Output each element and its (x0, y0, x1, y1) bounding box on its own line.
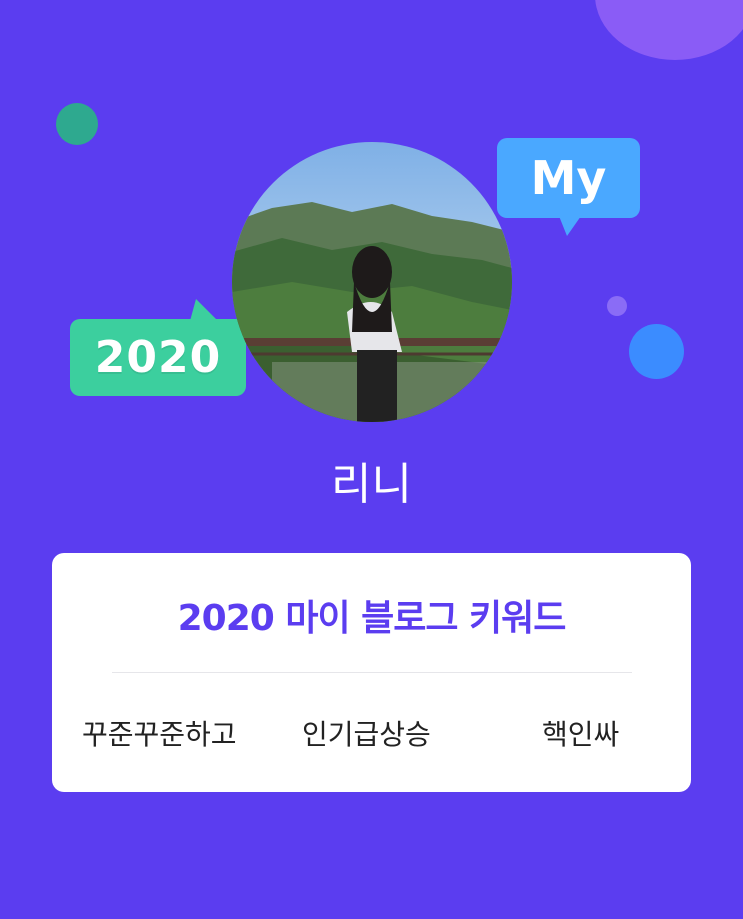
decor-circle-blue (629, 324, 684, 379)
profile-nickname: 리니 (331, 459, 412, 510)
keyword-item: 인기급상승 (302, 718, 431, 751)
keyword-list: 꾸준꾸준하고 인기급상승 핵인싸 (52, 713, 691, 753)
keyword-item: 핵인싸 (542, 718, 620, 751)
year-speech-bubble: 2020 (70, 299, 246, 396)
keyword-item: 꾸준꾸준하고 (82, 718, 237, 751)
year-bubble-label: 2020 (94, 332, 222, 383)
avatar (232, 142, 512, 422)
avatar-photo (232, 142, 512, 422)
card-divider (112, 672, 632, 673)
card-title: 2020 마이 블로그 키워드 (177, 598, 567, 639)
decor-circle-top (595, 0, 743, 60)
speech-tail-icon (559, 216, 581, 236)
speech-tail-icon (190, 299, 218, 321)
my-speech-bubble: My (497, 138, 640, 236)
decor-circle-teal (56, 103, 98, 145)
decor-circle-small (607, 296, 627, 316)
my-bubble-label: My (530, 151, 607, 205)
keyword-card: 2020 마이 블로그 키워드 꾸준꾸준하고 인기급상승 핵인싸 (52, 553, 691, 792)
